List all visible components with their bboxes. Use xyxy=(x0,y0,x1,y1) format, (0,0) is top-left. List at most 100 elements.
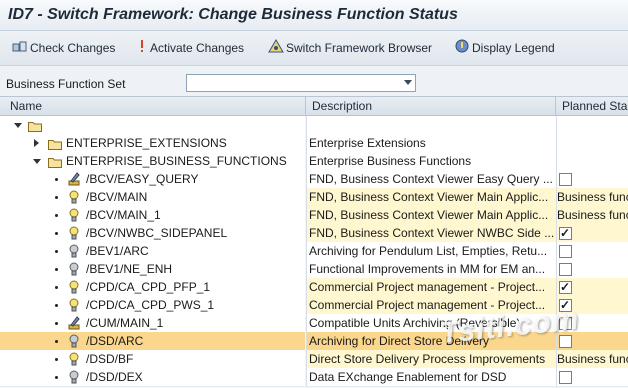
description-cell: FND, Business Context Viewer Main Applic… xyxy=(309,190,549,204)
description-cell: Enterprise Business Functions xyxy=(309,154,472,168)
bulb-off-icon xyxy=(68,244,80,258)
business-function-name: /CUM/MAIN_1 xyxy=(86,316,164,330)
business-function-row[interactable]: /BCV/MAIN_1 FND, Business Context Viewer … xyxy=(0,206,628,225)
check-changes-button[interactable]: Check Changes xyxy=(12,39,115,57)
description-cell: Direct Store Delivery Process Improvemen… xyxy=(309,352,546,366)
description-cell: Commercial Project management - Project.… xyxy=(309,280,546,294)
bulb-icon xyxy=(68,280,80,294)
window-title: ID7 - Switch Framework: Change Business … xyxy=(8,6,458,23)
expand-icon[interactable] xyxy=(34,139,39,147)
column-header-name[interactable]: Name xyxy=(10,99,42,113)
description-cell: Functional Improvements in MM for EM an.… xyxy=(309,262,546,276)
bullet-icon xyxy=(55,304,58,307)
bullet-icon xyxy=(55,196,58,199)
business-function-row[interactable]: /BEV1/NE_ENH Functional Improvements in M… xyxy=(0,260,628,279)
bullet-icon xyxy=(55,250,58,253)
chevron-down-icon[interactable] xyxy=(404,80,412,85)
description-cell: FND, Business Context Viewer Main Applic… xyxy=(309,208,549,222)
business-function-name: /BCV/NWBC_SIDEPANEL xyxy=(86,226,228,240)
business-function-name: /BEV1/ARC xyxy=(86,244,149,258)
tree-node-enterprise-extensions[interactable]: ENTERPRISE_EXTENSIONS Enterprise Extensi… xyxy=(0,134,628,153)
tree-node-label: ENTERPRISE_BUSINESS_FUNCTIONS xyxy=(66,154,287,168)
planned-status-checkbox[interactable] xyxy=(559,173,572,186)
checkmark-icon: ✓ xyxy=(560,226,571,240)
business-function-name: /DSD/DEX xyxy=(86,370,143,384)
planned-status-checkbox[interactable] xyxy=(559,371,572,384)
display-legend-label: Display Legend xyxy=(472,41,555,55)
application-toolbar: Check Changes Activate Changes Switch Fr… xyxy=(0,31,628,66)
business-function-name: /BCV/EASY_QUERY xyxy=(86,172,199,186)
column-header-planned-status[interactable]: Planned Sta xyxy=(562,99,627,113)
business-function-row[interactable]: /BCV/NWBC_SIDEPANEL FND, Business Context… xyxy=(0,224,628,243)
bulb-icon xyxy=(68,208,80,222)
business-function-name: /BEV1/NE_ENH xyxy=(86,262,173,276)
bulb-off-icon xyxy=(68,370,80,384)
folder-icon xyxy=(48,155,62,168)
collapse-icon[interactable] xyxy=(14,123,22,128)
check-changes-icon xyxy=(12,39,28,58)
planned-status-text: Business func xyxy=(557,352,628,366)
bullet-icon xyxy=(55,340,58,343)
business-function-set-dropdown[interactable] xyxy=(186,74,416,92)
folder-icon xyxy=(28,119,42,132)
business-function-set-label: Business Function Set xyxy=(6,77,126,91)
column-separator[interactable] xyxy=(305,97,306,115)
collapse-icon[interactable] xyxy=(33,159,41,164)
business-function-name: /CPD/CA_CPD_PWS_1 xyxy=(86,298,215,312)
folder-icon xyxy=(48,137,62,150)
business-function-row[interactable]: /BCV/MAIN FND, Business Context Viewer Ma… xyxy=(0,188,628,207)
column-header-description[interactable]: Description xyxy=(312,99,372,113)
bullet-icon xyxy=(55,268,58,271)
business-function-row[interactable]: /CPD/CA_CPD_PFP_1 Commercial Project mana… xyxy=(0,278,628,297)
bullet-icon xyxy=(55,376,58,379)
business-function-row[interactable]: /BCV/EASY_QUERY FND, Business Context Vie… xyxy=(0,170,628,189)
display-legend-button[interactable]: Display Legend xyxy=(454,39,555,57)
activate-icon xyxy=(136,39,148,58)
bullet-icon xyxy=(55,322,58,325)
switch-framework-browser-button[interactable]: Switch Framework Browser xyxy=(268,39,432,57)
business-function-name: /DSD/BF xyxy=(86,352,134,366)
bullet-icon xyxy=(55,232,58,235)
description-cell: Data EXchange Enablement for DSD xyxy=(309,370,507,384)
tree-node-enterprise-business-functions[interactable]: ENTERPRISE_BUSINESS_FUNCTIONS Enterprise… xyxy=(0,152,628,171)
bullet-icon xyxy=(55,178,58,181)
check-changes-label: Check Changes xyxy=(30,41,116,55)
bulb-off-icon xyxy=(68,334,80,348)
planned-status-text: Business func xyxy=(557,208,628,222)
pencil-icon xyxy=(68,316,80,330)
bulb-icon xyxy=(68,190,80,204)
business-function-name: /CPD/CA_CPD_PFP_1 xyxy=(86,280,211,294)
tree-table: ENTERPRISE_EXTENSIONS Enterprise Extensi… xyxy=(0,116,628,388)
bulb-icon xyxy=(68,352,80,366)
activate-changes-label: Activate Changes xyxy=(150,41,245,55)
column-separator[interactable] xyxy=(555,97,556,115)
switch-framework-browser-label: Switch Framework Browser xyxy=(286,41,433,55)
legend-icon xyxy=(454,39,470,58)
planned-status-checkbox[interactable] xyxy=(559,245,572,258)
bulb-off-icon xyxy=(68,262,80,276)
column-header-row: Name Description Planned Sta xyxy=(0,96,628,116)
title-bar: ID7 - Switch Framework: Change Business … xyxy=(0,0,628,31)
planned-status-text: Business func xyxy=(557,190,628,204)
description-cell: Archiving for Pendulum List, Empties, Re… xyxy=(309,244,548,258)
checkmark-icon: ✓ xyxy=(560,280,571,294)
business-function-name: /BCV/MAIN_1 xyxy=(86,208,161,222)
planned-status-checkbox[interactable]: ✓ xyxy=(559,226,572,240)
business-function-row[interactable]: /DSD/BF Direct Store Delivery Process Imp… xyxy=(0,350,628,369)
business-function-row[interactable]: /DSD/DEX Data EXchange Enablement for DSD xyxy=(0,368,628,387)
browser-icon xyxy=(268,39,284,58)
bulb-icon xyxy=(68,226,80,240)
description-cell: FND, Business Context Viewer Easy Query … xyxy=(309,172,553,186)
business-function-row[interactable]: /BEV1/ARC Archiving for Pendulum List, Em… xyxy=(0,242,628,261)
bulb-icon xyxy=(68,298,80,312)
tree-root-row[interactable] xyxy=(0,116,628,135)
bullet-icon xyxy=(55,286,58,289)
planned-status-checkbox[interactable] xyxy=(559,263,572,276)
business-function-set-area: Business Function Set xyxy=(0,66,628,96)
planned-status-checkbox[interactable]: ✓ xyxy=(559,280,572,294)
bullet-icon xyxy=(55,358,58,361)
pencil-icon xyxy=(68,172,80,186)
description-cell: Enterprise Extensions xyxy=(309,136,426,150)
activate-changes-button[interactable]: Activate Changes xyxy=(136,39,244,57)
business-function-name: /BCV/MAIN xyxy=(86,190,148,204)
